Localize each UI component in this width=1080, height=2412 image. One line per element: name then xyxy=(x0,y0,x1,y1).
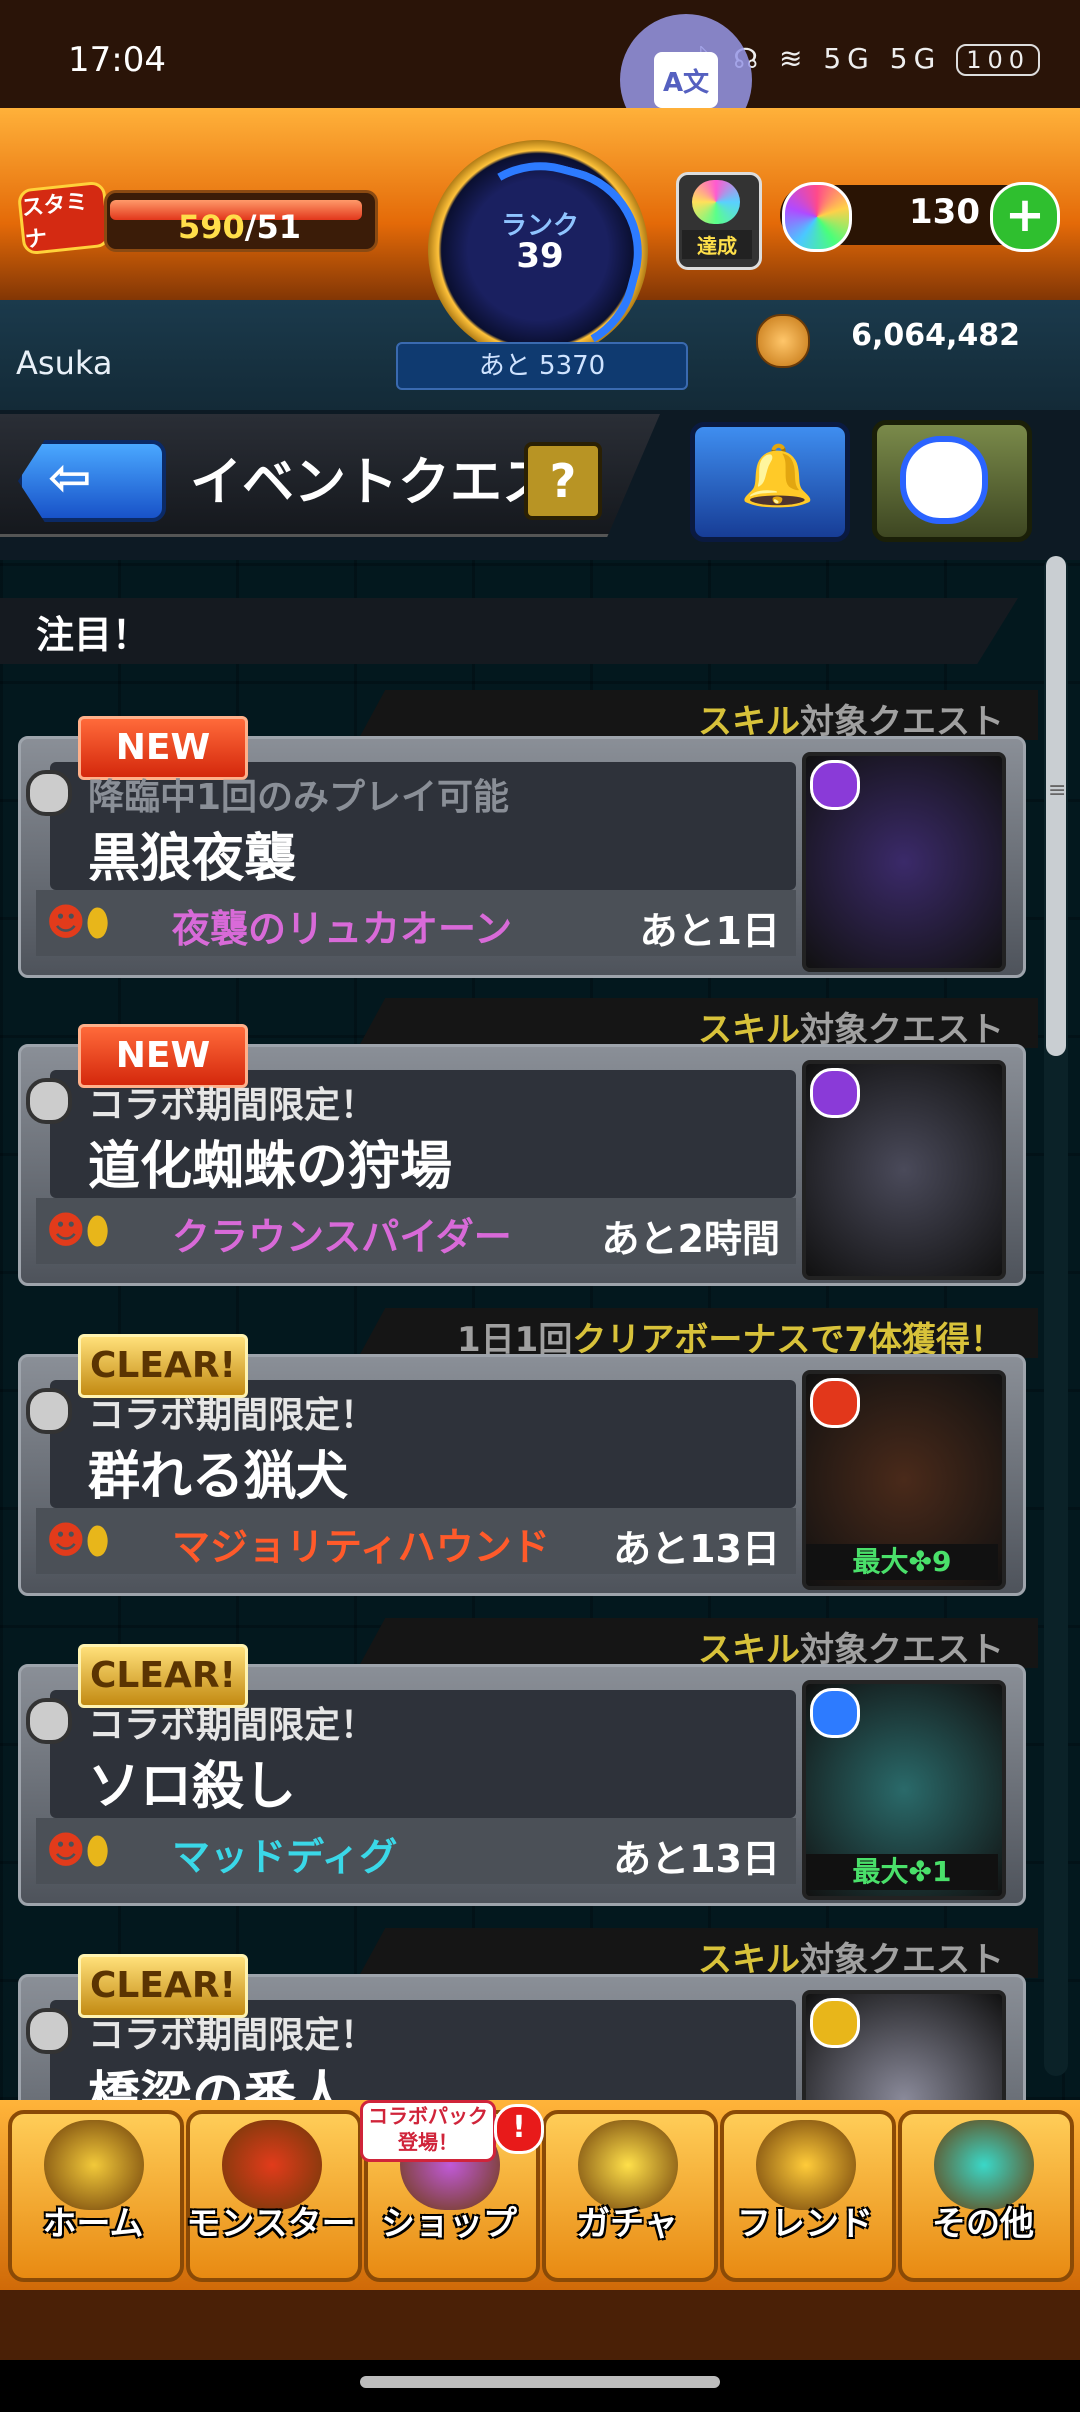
nav-label: ガチャ xyxy=(576,2204,678,2244)
quest-boss: クラウンスパイダー xyxy=(172,1215,512,1259)
pin-icon xyxy=(26,1698,72,1744)
stamina-current: 590 xyxy=(178,208,245,246)
quest-remaining: あと1日 xyxy=(639,909,780,953)
element-icon xyxy=(810,1688,860,1738)
battery-icon: 100 xyxy=(956,44,1040,76)
section-header xyxy=(0,598,1018,664)
section-title: 注目！ xyxy=(36,613,151,657)
element-icon xyxy=(810,1068,860,1118)
back-button[interactable] xyxy=(18,440,166,522)
quest-card[interactable]: スキル対象クエスト CLEAR! コラボ期間限定！ ソロ殺し ☻⬮ マッドディグ あと13日… xyxy=(18,1618,1038,1906)
nav-label: モンスター xyxy=(186,2204,356,2244)
next-rank-exp: あと 5370 xyxy=(396,342,688,390)
element-icon xyxy=(810,760,860,810)
nav-label: ホーム xyxy=(42,2204,144,2244)
gesture-handle[interactable] xyxy=(360,2376,720,2388)
difficulty-icons: ☻⬮ xyxy=(46,1208,110,1253)
quest-remaining: あと2時間 xyxy=(601,1217,780,1261)
rank-value: 39 xyxy=(516,236,564,276)
pin-icon xyxy=(26,1078,72,1124)
back-arrow-icon: ⇦ xyxy=(48,448,92,508)
status-clock: 17:04 xyxy=(68,40,166,80)
clock-icon xyxy=(900,436,988,524)
orb-count: 130 xyxy=(909,192,980,232)
quest-remaining: あと13日 xyxy=(613,1837,780,1881)
quest-boss: 夜襲のリュカオーン xyxy=(172,907,513,951)
quest-boss: マッドディグ xyxy=(172,1835,398,1879)
quest-name: ソロ殺し xyxy=(88,1757,297,1817)
stamina-icon: スタミナ xyxy=(16,180,112,256)
quest-name: 道化蜘蛛の狩場 xyxy=(88,1137,453,1197)
devil-icon: ☻ xyxy=(46,1518,86,1562)
quest-card[interactable]: スキル対象クエスト NEW 降臨中1回のみプレイ可能 黒狼夜襲 ☻⬮ 夜襲のリュカオーンあ… xyxy=(18,690,1038,978)
egg-icon: ⬮ xyxy=(85,1828,110,1872)
element-icon xyxy=(810,1378,860,1428)
achievement-label: 達成 xyxy=(682,230,752,259)
quest-name: 黒狼夜襲 xyxy=(88,829,297,889)
difficulty-icons: ☻⬮ xyxy=(46,1828,110,1873)
bottom-strip xyxy=(0,2290,1080,2360)
gold-count: 6,064,482 xyxy=(851,318,1020,353)
username: Asuka xyxy=(16,344,113,382)
egg-icon: ⬮ xyxy=(85,1518,110,1562)
pin-icon xyxy=(26,770,72,816)
gold-coin-icon xyxy=(756,314,810,368)
egg-icon: ⬮ xyxy=(85,900,110,944)
pin-icon xyxy=(26,1388,72,1434)
scrollbar-thumb[interactable] xyxy=(1046,556,1066,1056)
quest-card[interactable]: スキル対象クエスト NEW コラボ期間限定！ 道化蜘蛛の狩場 ☻⬮ クラウンスパイダー あと… xyxy=(18,998,1038,1286)
quest-card[interactable]: 1日1回クリアボーナスで7体獲得！ CLEAR! コラボ期間限定！ 群れる猟犬 ☻⬮ マジ… xyxy=(18,1308,1038,1596)
devil-icon: ☻ xyxy=(46,900,86,944)
difficulty-icons: ☻⬮ xyxy=(46,1518,110,1563)
max-count-label: 最大✤9 xyxy=(806,1544,998,1580)
devil-icon: ☻ xyxy=(46,1828,86,1872)
element-icon xyxy=(810,1998,860,2048)
quest-subtitle: コラボ期間限定！ xyxy=(88,1085,377,1126)
quest-subtitle: コラボ期間限定！ xyxy=(88,1705,377,1746)
devil-icon: ☻ xyxy=(46,1208,86,1252)
egg-icon: ⬮ xyxy=(85,1208,110,1252)
quest-subtitle: 降臨中1回のみプレイ可能 xyxy=(88,777,510,818)
quest-subtitle: コラボ期間限定！ xyxy=(88,1395,377,1436)
stamina-max: /51 xyxy=(244,208,302,246)
orb-icon xyxy=(782,182,852,252)
shop-popup-badge: コラボパック 登場！ xyxy=(360,2100,496,2162)
add-orb-button[interactable]: + xyxy=(990,182,1060,252)
pin-icon xyxy=(26,2008,72,2054)
quest-subtitle: コラボ期間限定！ xyxy=(88,2015,377,2056)
quest-name: 群れる猟犬 xyxy=(88,1447,349,1507)
help-button[interactable]: ? xyxy=(524,442,602,520)
max-count-label: 最大✤1 xyxy=(806,1854,998,1890)
scroll-grip-icon: ≡ xyxy=(1048,778,1067,803)
nav-label: その他 xyxy=(932,2204,1034,2244)
quest-remaining: あと13日 xyxy=(613,1527,780,1571)
stamina-value: 590/51 xyxy=(178,208,301,246)
quest-boss: マジョリティハウンド xyxy=(172,1525,550,1569)
difficulty-icons: ☻⬮ xyxy=(46,900,110,945)
bell-icon: 🔔 xyxy=(740,441,815,511)
nav-label: フレンド xyxy=(737,2204,873,2244)
shop-alert-icon: ! xyxy=(494,2104,544,2154)
achievement-gem-icon xyxy=(692,180,740,224)
nav-label: ショップ xyxy=(381,2204,517,2244)
